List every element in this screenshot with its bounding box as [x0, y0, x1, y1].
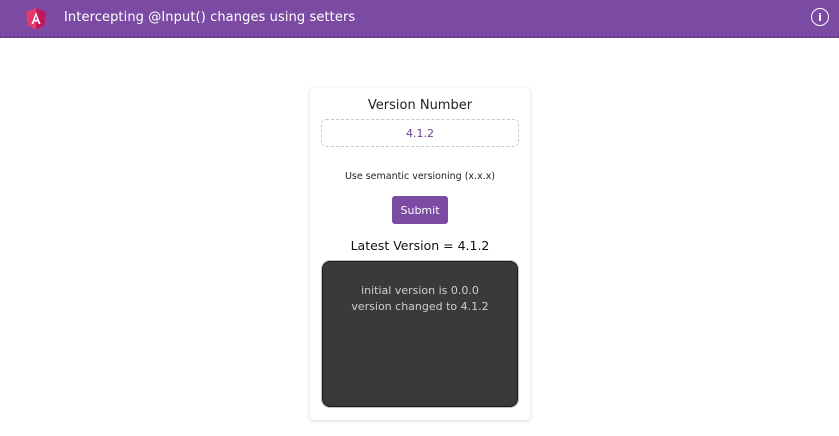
angular-logo-icon — [26, 8, 46, 30]
version-card: Version Number Use semantic versioning (… — [310, 88, 530, 420]
app-header: Intercepting @Input() changes using sett… — [0, 0, 839, 38]
latest-version-text: Latest Version = 4.1.2 — [350, 238, 490, 252]
version-input[interactable] — [321, 119, 519, 147]
log-line: initial version is 0.0.0 — [361, 284, 479, 297]
app-title: Intercepting @Input() changes using sett… — [64, 10, 356, 25]
change-log-panel: initial version is 0.0.0 version changed… — [321, 260, 519, 408]
log-line: version changed to 4.1.2 — [351, 300, 489, 313]
versioning-hint: Use semantic versioning (x.x.x) — [344, 171, 496, 182]
info-icon[interactable]: i — [811, 8, 829, 26]
submit-button[interactable]: Submit — [392, 196, 448, 224]
version-number-label: Version Number — [367, 98, 473, 113]
